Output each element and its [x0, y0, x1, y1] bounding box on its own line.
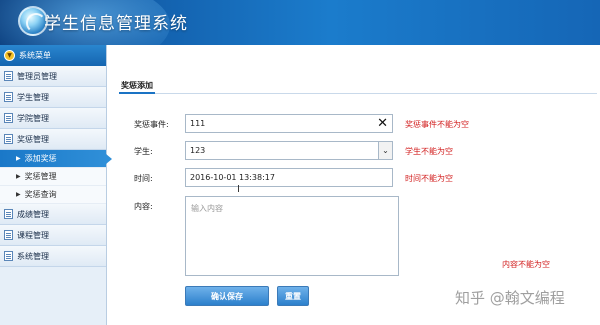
tab-add-reward[interactable]: 奖惩添加 [119, 79, 155, 94]
document-icon [4, 134, 13, 144]
sidebar-item-students[interactable]: 学生管理 [0, 87, 106, 108]
document-icon [4, 230, 13, 240]
sidebar-header[interactable]: ▼ 系统菜单 [0, 45, 106, 66]
sidebar-item-label: 系统管理 [17, 251, 49, 261]
student-label: 学生: [134, 147, 153, 156]
document-icon [4, 92, 13, 102]
sidebar-subitem-query-rewards[interactable]: ▶ 奖惩查询 [0, 186, 106, 204]
event-input-value: 111 [190, 119, 206, 128]
watermark: 知乎 @翰文编程 [455, 289, 565, 307]
sidebar-item-colleges[interactable]: 学院管理 [0, 108, 106, 129]
app-header: 学生信息管理系统 [0, 0, 600, 45]
sidebar-item-admin[interactable]: 管理员管理 [0, 66, 106, 87]
reset-button[interactable]: 重置 [277, 286, 309, 306]
time-label: 时间: [134, 174, 153, 183]
sidebar: ▼ 系统菜单 管理员管理 学生管理 学院管理 奖惩管理 ▶ 添加奖惩 ▶ 奖惩管… [0, 45, 112, 325]
student-select[interactable]: 123 ⌄ [185, 141, 393, 160]
student-select-value: 123 [190, 146, 206, 155]
chevron-down-icon[interactable]: ⌄ [378, 142, 392, 159]
time-input[interactable]: 2016-10-01 13:38:17 [185, 168, 393, 187]
time-error: 时间不能为空 [405, 174, 453, 183]
content-textarea[interactable]: 输入内容 [185, 196, 399, 276]
app-title: 学生信息管理系统 [44, 14, 188, 34]
event-label: 奖惩事件: [134, 120, 169, 129]
tab-bar: 奖惩添加 [119, 79, 597, 94]
content-error: 内容不能为空 [502, 260, 550, 269]
document-icon [4, 71, 13, 81]
caret-right-icon: ▶ [16, 191, 21, 198]
caret-right-icon: ▶ [16, 173, 21, 180]
sidebar-item-label: 管理员管理 [17, 71, 57, 81]
save-button[interactable]: 确认保存 [185, 286, 269, 306]
close-icon[interactable]: ✕ [377, 116, 388, 131]
sidebar-item-courses[interactable]: 课程管理 [0, 225, 106, 246]
caret-right-icon: ▶ [16, 155, 21, 162]
sidebar-subitem-add-reward[interactable]: ▶ 添加奖惩 [0, 150, 112, 168]
content-label: 内容: [134, 202, 153, 211]
sidebar-item-label: 课程管理 [17, 230, 49, 240]
sidebar-subitem-label: 添加奖惩 [24, 154, 57, 163]
sidebar-item-label: 学院管理 [17, 113, 49, 123]
time-input-value: 2016-10-01 13:38:17 [190, 173, 275, 182]
sidebar-item-grades[interactable]: 成绩管理 [0, 204, 106, 225]
chevron-down-icon: ▼ [4, 50, 15, 61]
document-icon [4, 113, 13, 123]
document-icon [4, 209, 13, 219]
text-cursor-icon: I [237, 184, 240, 195]
event-input[interactable]: 111 ✕ [185, 114, 393, 133]
sidebar-subitem-label: 奖惩管理 [24, 172, 57, 181]
content-placeholder: 输入内容 [191, 204, 223, 213]
event-error: 奖惩事件不能为空 [405, 120, 469, 129]
sidebar-header-label: 系统菜单 [19, 51, 51, 60]
sidebar-item-rewards[interactable]: 奖惩管理 [0, 129, 106, 150]
sidebar-item-label: 学生管理 [17, 92, 49, 102]
sidebar-item-system[interactable]: 系统管理 [0, 246, 106, 267]
sidebar-subitem-label: 奖惩查询 [24, 190, 57, 199]
main-content: 奖惩添加 奖惩事件: 111 ✕ 奖惩事件不能为空 学生: 123 ⌄ 学生不能… [108, 45, 600, 325]
sidebar-subitem-manage-rewards[interactable]: ▶ 奖惩管理 [0, 168, 106, 186]
document-icon [4, 251, 13, 261]
sidebar-item-label: 奖惩管理 [17, 134, 49, 144]
student-error: 学生不能为空 [405, 147, 453, 156]
sidebar-item-label: 成绩管理 [17, 209, 49, 219]
